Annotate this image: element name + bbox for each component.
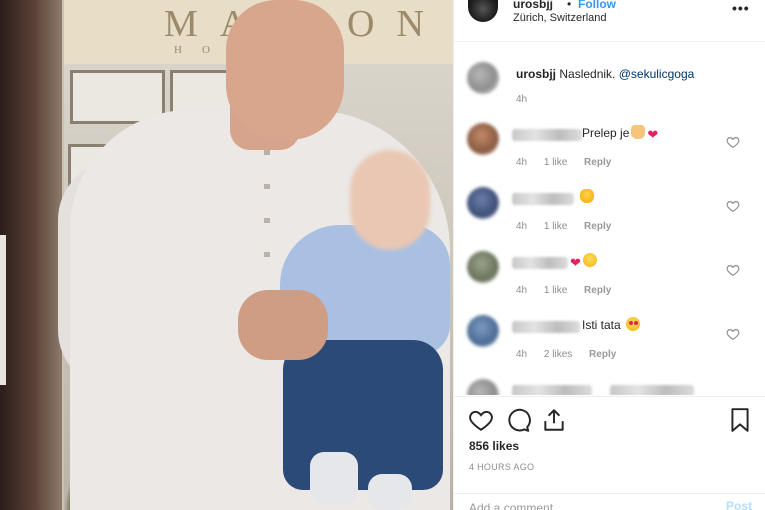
like-comment-heart-icon[interactable] (726, 327, 740, 341)
commenter-avatar[interactable] (467, 379, 499, 395)
more-options-icon[interactable]: ••• (732, 0, 750, 16)
comment-likes[interactable]: 2 likes (544, 349, 572, 360)
like-comment-heart-icon[interactable] (726, 135, 740, 149)
comment-meta: 4h 2 likes Reply (516, 349, 630, 360)
caption-text: urosbjj Naslednik. @sekulicgoga (516, 67, 694, 81)
baby-jeans (283, 340, 443, 490)
red-heart-emoji: ❤ (647, 127, 659, 142)
reply-button[interactable]: Reply (584, 285, 611, 296)
comment-body: Isti tata (582, 318, 621, 332)
commenter-avatar[interactable] (467, 315, 499, 347)
comment-text-blurred (610, 385, 694, 395)
comment-item: ❤ 4h 1 like Reply (454, 247, 765, 311)
commenter-avatar[interactable] (467, 123, 499, 155)
man-hand (238, 290, 328, 360)
comment-item: 4h 1 like Reply (454, 183, 765, 247)
comment-text (578, 189, 594, 204)
commenter-username-blurred[interactable] (512, 321, 580, 333)
commenter-avatar[interactable] (467, 187, 499, 219)
red-heart-emoji: ❤ (570, 255, 581, 270)
smiling-face-emoji (582, 253, 597, 267)
baby-head-blurred (350, 150, 430, 250)
post-comment-button[interactable]: Post (726, 499, 752, 510)
commenter-username-blurred[interactable] (512, 129, 582, 141)
commenter-username-blurred[interactable] (512, 385, 592, 395)
comment-item: Prelep je ❤ 4h 1 like Reply (454, 119, 765, 183)
comments-list[interactable]: urosbjj Naslednik. @sekulicgoga 4h Prele… (454, 43, 765, 395)
post-header: urosbjj • Follow Zürich, Switzerland ••• (454, 0, 765, 42)
reply-button[interactable]: Reply (584, 221, 611, 232)
add-comment-input[interactable] (469, 498, 699, 510)
comment-meta: 4h 1 like Reply (516, 221, 625, 232)
folded-hands-emoji (631, 125, 646, 139)
comment-time[interactable]: 4h (516, 349, 527, 360)
comment-likes[interactable]: 1 like (544, 285, 567, 296)
reply-button[interactable]: Reply (584, 157, 611, 168)
comment-bubble-icon[interactable] (505, 407, 531, 433)
commenter-username-blurred[interactable] (512, 257, 568, 269)
comment-text: Prelep je ❤ (582, 125, 658, 142)
author-avatar[interactable] (468, 0, 498, 22)
post-time-ago[interactable]: 4 HOURS AGO (469, 462, 534, 472)
like-heart-icon[interactable] (468, 407, 494, 433)
baby-shoe (368, 474, 412, 510)
door-frame-edge (0, 235, 6, 385)
comment-item: Isti tata 4h 2 likes Reply (454, 311, 765, 375)
comment-item (454, 375, 765, 395)
comment-text: Isti tata (582, 317, 641, 332)
separator-dot: • (567, 0, 572, 11)
post-actions: 856 likes 4 HOURS AGO Post (454, 396, 765, 510)
post-photo[interactable]: MAISON HOTEL (0, 0, 453, 510)
comment-time[interactable]: 4h (516, 285, 527, 296)
share-icon[interactable] (541, 407, 567, 433)
save-bookmark-icon[interactable] (727, 407, 753, 433)
add-comment-bar: Post (454, 493, 765, 510)
screaming-face-emoji (580, 189, 594, 203)
comment-likes[interactable]: 1 like (544, 157, 567, 168)
caption-mention[interactable]: @sekulicgoga (619, 67, 695, 81)
comment-time[interactable]: 4h (516, 221, 527, 232)
post-side-panel: urosbjj • Follow Zürich, Switzerland •••… (453, 0, 765, 510)
heart-eyes-emoji (626, 317, 641, 331)
comment-likes[interactable]: 1 like (544, 221, 567, 232)
like-comment-heart-icon[interactable] (726, 199, 740, 213)
commenter-avatar[interactable] (467, 251, 499, 283)
man-head (226, 0, 344, 140)
caption-username[interactable]: urosbjj (516, 67, 556, 81)
door-frame (0, 0, 62, 510)
comment-time[interactable]: 4h (516, 157, 527, 168)
author-username[interactable]: urosbjj (513, 0, 553, 11)
baby-shoe (310, 452, 358, 504)
commenter-username-blurred[interactable] (512, 193, 574, 205)
comment-body: Prelep je (582, 126, 630, 140)
comment-text: ❤ (568, 253, 597, 270)
like-comment-heart-icon[interactable] (726, 263, 740, 277)
reply-button[interactable]: Reply (589, 349, 616, 360)
shirt-buttons (264, 150, 270, 270)
comment-meta: 4h 1 like Reply (516, 285, 625, 296)
caption-avatar[interactable] (467, 62, 499, 94)
post-caption: urosbjj Naslednik. @sekulicgoga 4h (454, 43, 765, 113)
follow-button[interactable]: Follow (578, 0, 616, 11)
caption-time[interactable]: 4h (516, 94, 527, 105)
comment-meta: 4h 1 like Reply (516, 157, 625, 168)
likes-count[interactable]: 856 likes (469, 439, 519, 453)
caption-body: Naslednik. (559, 67, 616, 81)
post-location[interactable]: Zürich, Switzerland (513, 12, 607, 24)
